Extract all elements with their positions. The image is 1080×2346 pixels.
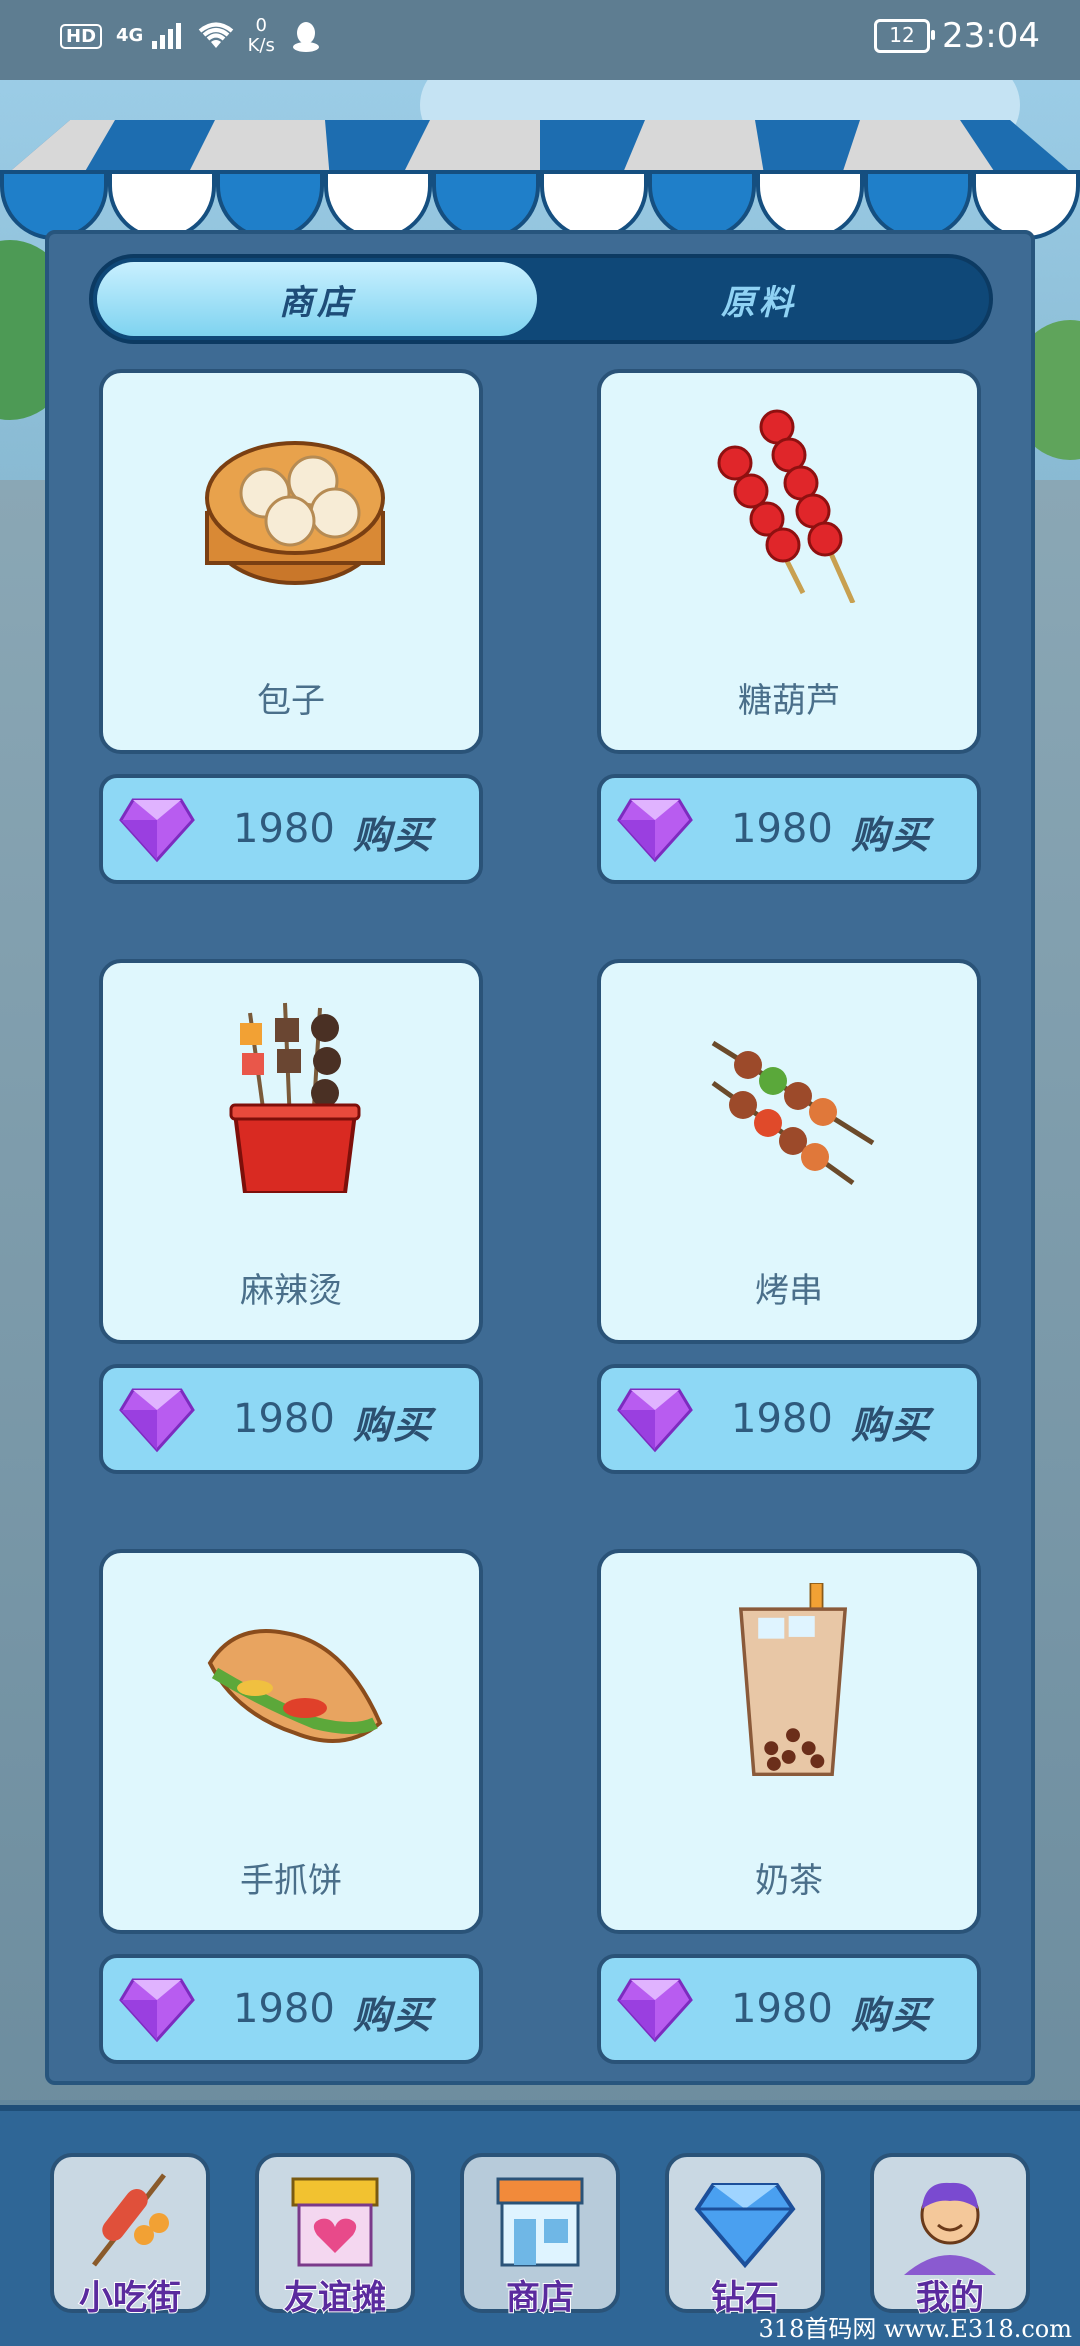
- buy-button[interactable]: 1980 购买: [597, 774, 981, 884]
- signal-icon: [151, 23, 181, 49]
- item-price: 1980: [233, 1396, 335, 1442]
- item-name: 奶茶: [755, 1861, 823, 1901]
- buy-label: 购买: [353, 1993, 434, 2037]
- diamond-icon: [119, 1388, 195, 1453]
- diamond-icon: [617, 1978, 693, 2043]
- malatang-cup-icon: [229, 1002, 361, 1193]
- item-card[interactable]: 奶茶: [597, 1549, 981, 1934]
- buy-label: 购买: [353, 813, 434, 857]
- status-bar: HD 4G 0 K/s 12 23:04: [0, 0, 1080, 80]
- shop-icon: [496, 2177, 584, 2267]
- item-name: 手抓饼: [240, 1861, 342, 1901]
- battery-indicator: 12: [874, 19, 936, 53]
- hd-indicator: HD: [60, 23, 103, 49]
- shop-item: 烤串 1980 购买: [597, 959, 981, 1474]
- shop-item: 手抓饼 1980 购买: [99, 1549, 483, 2064]
- snack-skewer-icon: [92, 2173, 169, 2267]
- buy-label: 购买: [851, 813, 932, 857]
- tab-ingredients[interactable]: 原料: [539, 262, 979, 336]
- network-speed: 0 K/s: [247, 15, 275, 56]
- diamond-icon: [617, 1388, 693, 1453]
- diamond-icon: [119, 1978, 195, 2043]
- network-indicator: 4G: [116, 23, 184, 49]
- buy-button[interactable]: 1980 购买: [597, 1954, 981, 2064]
- tab-shop[interactable]: 商店: [97, 262, 537, 336]
- pancake-wrap-icon: [207, 1629, 383, 1743]
- clock: 23:04: [942, 16, 1040, 56]
- shop-item: 奶茶 1980 购买: [597, 1549, 981, 2064]
- shop-item: 糖葫芦 1980 购买: [597, 369, 981, 884]
- item-name: 糖葫芦: [738, 681, 840, 721]
- watermark: 318首码网 www.E318.com: [758, 2315, 1072, 2343]
- diamond-icon: [119, 798, 195, 863]
- item-name: 包子: [257, 681, 325, 721]
- bubble-tea-icon: [738, 1583, 848, 1777]
- item-name: 麻辣烫: [240, 1271, 342, 1311]
- buy-label: 购买: [851, 1403, 932, 1447]
- baozi-steamer-icon: [205, 441, 385, 585]
- nav-snack-street[interactable]: 小吃街: [50, 2153, 210, 2319]
- item-card[interactable]: 麻辣烫: [99, 959, 483, 1344]
- shop-item: 麻辣烫 1980 购买: [99, 959, 483, 1474]
- item-card[interactable]: 包子: [99, 369, 483, 754]
- item-card[interactable]: 糖葫芦: [597, 369, 981, 754]
- item-price: 1980: [731, 1986, 833, 2032]
- buy-button[interactable]: 1980 购买: [99, 1954, 483, 2064]
- wifi-icon: [198, 22, 233, 48]
- item-price: 1980: [233, 806, 335, 852]
- buy-label: 购买: [353, 1403, 434, 1447]
- shop-item: 包子 1980 购买: [99, 369, 483, 884]
- nav-diamond[interactable]: 钻石: [665, 2153, 825, 2319]
- nav-label: 友谊摊: [283, 2277, 387, 2319]
- buy-label: 购买: [851, 1993, 932, 2037]
- nav-label: 商店: [505, 2277, 575, 2319]
- qq-icon: [292, 22, 319, 52]
- diamond-icon: [694, 2183, 796, 2269]
- bottom-nav: 小吃街 友谊摊 商店 钻石 我的 318首码网 www.E318.com: [0, 2105, 1080, 2346]
- diamond-icon: [617, 798, 693, 863]
- item-price: 1980: [731, 806, 833, 852]
- buy-button[interactable]: 1980 购买: [99, 1364, 483, 1474]
- candied-haws-icon: [717, 409, 856, 603]
- item-card[interactable]: 手抓饼: [99, 1549, 483, 1934]
- shop-awning: [0, 120, 1080, 240]
- kebab-skewers-icon: [711, 1040, 875, 1186]
- nav-shop[interactable]: 商店: [460, 2153, 620, 2319]
- buy-button[interactable]: 1980 购买: [99, 774, 483, 884]
- nav-me[interactable]: 我的: [870, 2153, 1030, 2319]
- item-card[interactable]: 烤串: [597, 959, 981, 1344]
- friend-stall-icon: [291, 2177, 379, 2267]
- shop-panel: 商店 原料 包子 1980 购买 糖葫芦 1980 购买 麻辣烫 1980 购买…: [45, 230, 1035, 2085]
- tab-bar: 商店 原料: [89, 254, 993, 344]
- nav-friend-stall[interactable]: 友谊摊: [255, 2153, 415, 2319]
- avatar-icon: [904, 2182, 996, 2275]
- buy-button[interactable]: 1980 购买: [597, 1364, 981, 1474]
- nav-label: 小吃街: [78, 2277, 182, 2319]
- item-price: 1980: [233, 1986, 335, 2032]
- item-price: 1980: [731, 1396, 833, 1442]
- item-name: 烤串: [755, 1271, 823, 1311]
